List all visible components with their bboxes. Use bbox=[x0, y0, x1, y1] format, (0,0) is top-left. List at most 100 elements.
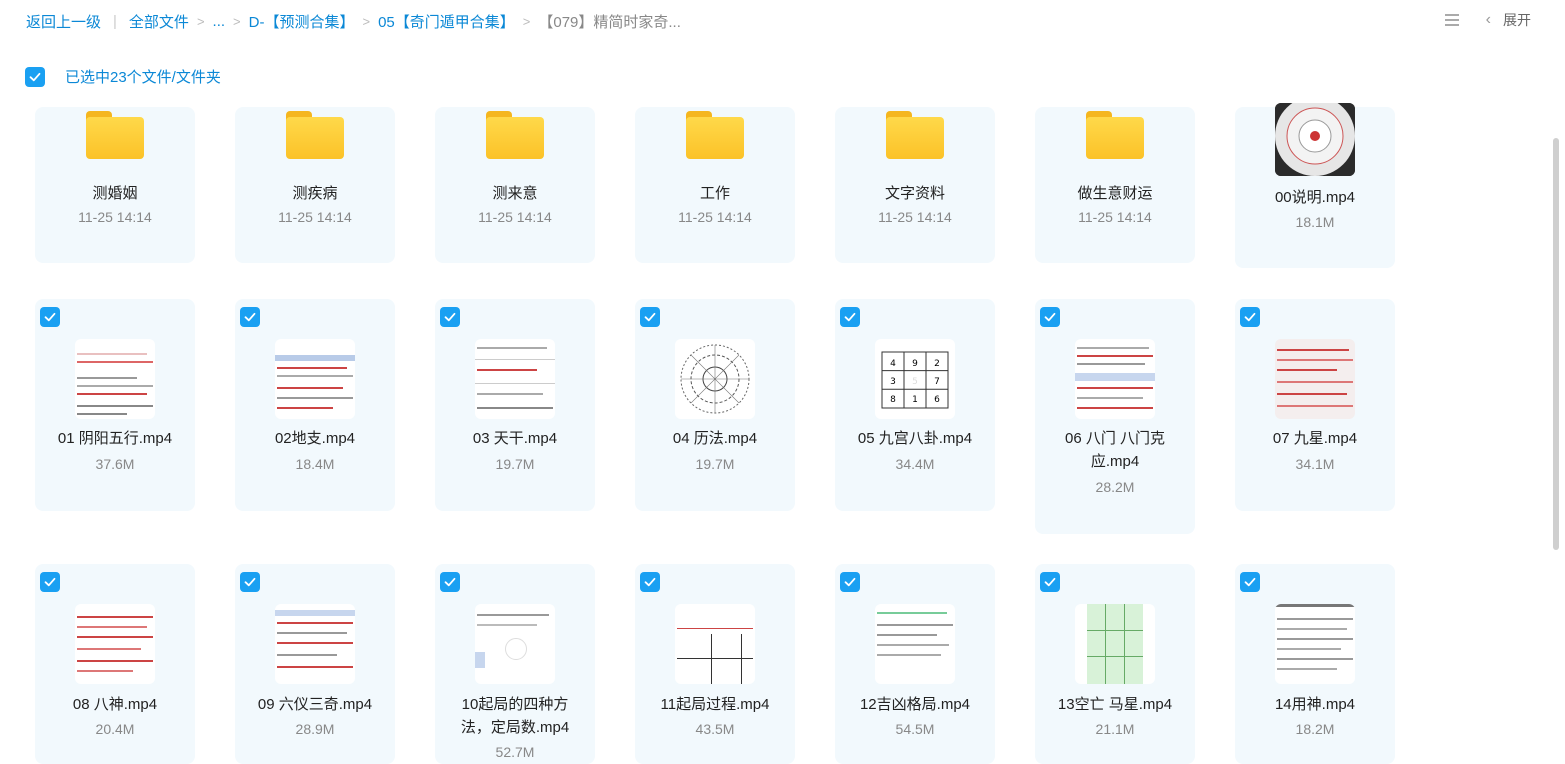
file-size: 18.4M bbox=[295, 456, 335, 472]
file-size: 20.4M bbox=[95, 721, 135, 737]
video-file-card[interactable]: 07 九星.mp4 34.1M bbox=[1235, 299, 1395, 511]
file-size: 19.7M bbox=[495, 456, 535, 472]
check-icon bbox=[844, 312, 856, 322]
check-icon bbox=[1044, 577, 1056, 587]
file-name: 12吉凶格局.mp4 bbox=[859, 696, 971, 713]
file-checkbox[interactable] bbox=[240, 572, 260, 592]
file-checkbox[interactable] bbox=[40, 572, 60, 592]
folder-date: 11-25 14:14 bbox=[78, 209, 152, 225]
file-checkbox[interactable] bbox=[440, 572, 460, 592]
file-checkbox[interactable] bbox=[640, 307, 660, 327]
video-file-card[interactable]: 14用神.mp4 18.2M bbox=[1235, 564, 1395, 764]
file-size: 19.7M bbox=[695, 456, 735, 472]
file-checkbox[interactable] bbox=[1040, 572, 1060, 592]
grid-number: 7 bbox=[934, 377, 940, 387]
file-checkbox[interactable] bbox=[1240, 572, 1260, 592]
nine-palace-grid-image: 4 9 2 3 5 7 8 1 6 bbox=[881, 351, 949, 409]
calendar-wheel-image bbox=[680, 344, 750, 414]
file-checkbox[interactable] bbox=[440, 307, 460, 327]
file-checkbox[interactable] bbox=[840, 572, 860, 592]
grid-number: 4 bbox=[890, 359, 896, 369]
folder-card[interactable]: 工作 11-25 14:14 bbox=[635, 107, 795, 263]
file-size: 52.7M bbox=[495, 744, 535, 760]
file-name: 07 九星.mp4 bbox=[1272, 430, 1358, 447]
video-thumbnail bbox=[75, 339, 155, 419]
folder-card[interactable]: 测来意 11-25 14:14 bbox=[435, 107, 595, 263]
folder-icon bbox=[286, 109, 344, 159]
check-icon bbox=[644, 577, 656, 587]
file-checkbox[interactable] bbox=[640, 572, 660, 592]
video-file-card[interactable]: 06 八门 八门克应.mp4 28.2M bbox=[1035, 299, 1195, 534]
file-name: 05 九宫八卦.mp4 bbox=[857, 430, 973, 447]
file-name: 13空亡 马星.mp4 bbox=[1057, 696, 1173, 713]
video-thumbnail bbox=[875, 604, 955, 684]
video-thumbnail bbox=[675, 604, 755, 684]
video-file-card[interactable]: 12吉凶格局.mp4 54.5M bbox=[835, 564, 995, 764]
file-name: 14用神.mp4 bbox=[1274, 696, 1356, 713]
video-file-card[interactable]: 11起局过程.mp4 43.5M bbox=[635, 564, 795, 764]
folder-card[interactable]: 测疾病 11-25 14:14 bbox=[235, 107, 395, 263]
compass-image bbox=[1275, 103, 1355, 176]
video-file-card[interactable]: 02地支.mp4 18.4M bbox=[235, 299, 395, 511]
video-thumbnail bbox=[1075, 339, 1155, 419]
video-file-card[interactable]: 09 六仪三奇.mp4 28.9M bbox=[235, 564, 395, 764]
file-checkbox[interactable] bbox=[240, 307, 260, 327]
file-checkbox[interactable] bbox=[1040, 307, 1060, 327]
video-file-card[interactable]: 08 八神.mp4 20.4M bbox=[35, 564, 195, 764]
video-file-card[interactable]: 13空亡 马星.mp4 21.1M bbox=[1035, 564, 1195, 764]
video-thumbnail bbox=[475, 604, 555, 684]
folder-name: 测疾病 bbox=[292, 185, 338, 202]
check-icon bbox=[444, 312, 456, 322]
file-name: 00说明.mp4 bbox=[1274, 189, 1356, 206]
folder-icon bbox=[486, 109, 544, 159]
video-thumbnail bbox=[475, 339, 555, 419]
folder-card[interactable]: 测婚姻 11-25 14:14 bbox=[35, 107, 195, 263]
grid-number: 1 bbox=[912, 395, 918, 405]
file-size: 34.1M bbox=[1295, 456, 1335, 472]
video-thumbnail bbox=[1275, 604, 1355, 684]
file-size: 43.5M bbox=[695, 721, 735, 737]
folder-name: 文字资料 bbox=[884, 185, 945, 202]
folder-date: 11-25 14:14 bbox=[878, 209, 952, 225]
video-thumbnail bbox=[1075, 604, 1155, 684]
video-thumbnail bbox=[275, 604, 355, 684]
grid-number: 3 bbox=[890, 377, 896, 387]
check-icon bbox=[44, 312, 56, 322]
video-file-card[interactable]: 00说明.mp4 18.1M bbox=[1235, 103, 1395, 268]
file-size: 37.6M bbox=[95, 456, 135, 472]
video-thumbnail: 4 9 2 3 5 7 8 1 6 bbox=[875, 339, 955, 419]
file-size: 28.9M bbox=[295, 721, 335, 737]
video-file-card[interactable]: 10起局的四种方法，定局数.mp4 52.7M bbox=[435, 564, 595, 764]
file-name: 02地支.mp4 bbox=[274, 430, 356, 447]
video-file-card[interactable]: 03 天干.mp4 19.7M bbox=[435, 299, 595, 511]
grid-number: 9 bbox=[912, 359, 918, 369]
video-file-card[interactable]: 01 阴阳五行.mp4 37.6M bbox=[35, 299, 195, 511]
video-thumbnail bbox=[275, 339, 355, 419]
folder-card[interactable]: 文字资料 11-25 14:14 bbox=[835, 107, 995, 263]
folder-date: 11-25 14:14 bbox=[1078, 209, 1152, 225]
grid-number: 8 bbox=[890, 395, 896, 405]
vertical-scrollbar[interactable] bbox=[1553, 138, 1559, 550]
file-size: 34.4M bbox=[895, 456, 935, 472]
check-icon bbox=[444, 577, 456, 587]
video-thumbnail bbox=[75, 604, 155, 684]
file-name: 06 八门 八门克应.mp4 bbox=[1064, 430, 1166, 470]
file-checkbox[interactable] bbox=[40, 307, 60, 327]
grid-number: 2 bbox=[934, 359, 940, 369]
file-grid: 测婚姻 11-25 14:14 测疾病 11-25 14:14 测来意 11-2… bbox=[0, 0, 1548, 764]
check-icon bbox=[1244, 577, 1256, 587]
folder-name: 测来意 bbox=[492, 185, 538, 202]
video-file-card[interactable]: 04 历法.mp4 19.7M bbox=[635, 299, 795, 511]
folder-date: 11-25 14:14 bbox=[278, 209, 352, 225]
check-icon bbox=[644, 312, 656, 322]
file-checkbox[interactable] bbox=[1240, 307, 1260, 327]
folder-icon bbox=[886, 109, 944, 159]
folder-card[interactable]: 做生意财运 11-25 14:14 bbox=[1035, 107, 1195, 263]
file-size: 18.2M bbox=[1295, 721, 1335, 737]
video-thumbnail bbox=[1275, 103, 1355, 176]
folder-name: 做生意财运 bbox=[1077, 185, 1153, 202]
file-checkbox[interactable] bbox=[840, 307, 860, 327]
file-name: 09 六仪三奇.mp4 bbox=[257, 696, 373, 713]
grid-number: 5 bbox=[912, 377, 918, 387]
video-file-card[interactable]: 4 9 2 3 5 7 8 1 6 05 九宫八卦.mp4 34.4M bbox=[835, 299, 995, 511]
